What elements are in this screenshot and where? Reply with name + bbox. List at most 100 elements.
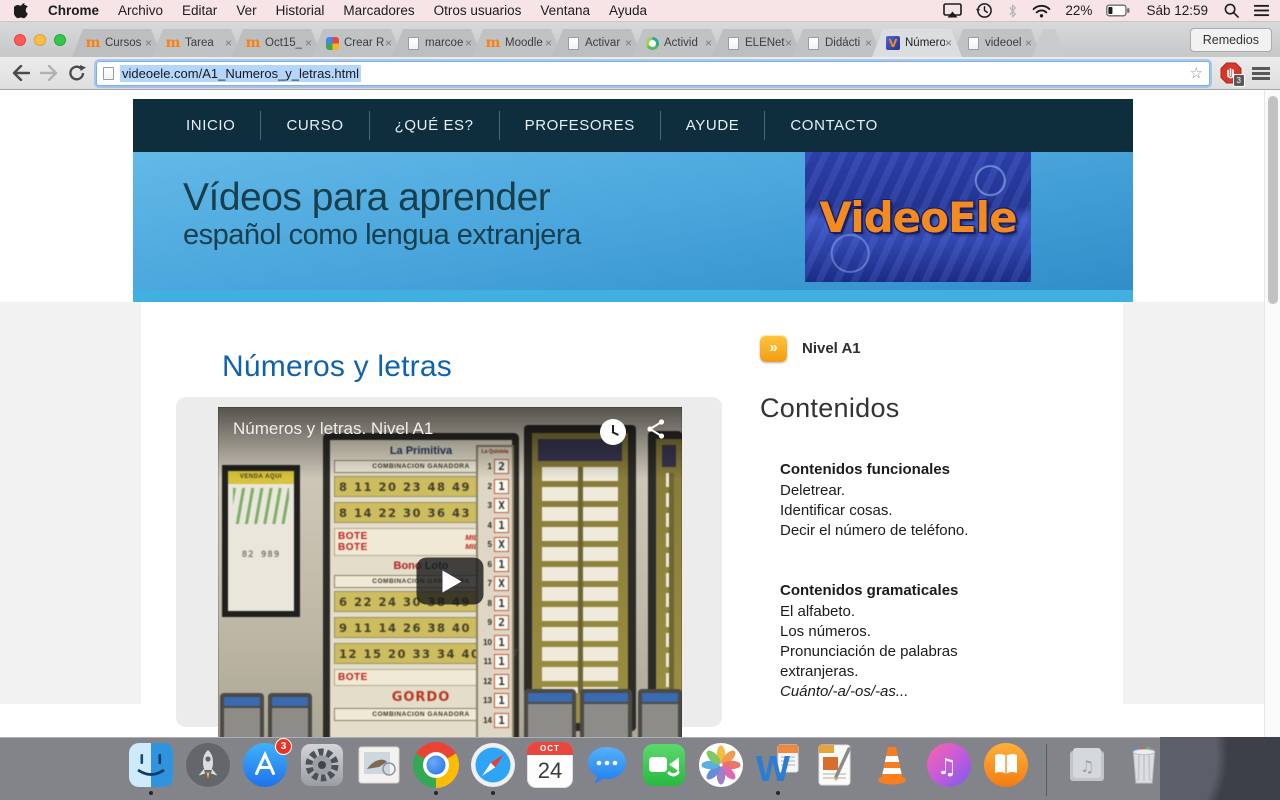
dock-photos[interactable]	[698, 742, 744, 788]
tab-moodle[interactable]: Moodle	[472, 29, 562, 57]
tab-tarea[interactable]: Tarea	[152, 29, 242, 57]
tab-cursos[interactable]: Cursos	[72, 29, 162, 57]
chrome-toolbar: videoele.com/A1_Numeros_y_letras.html 3	[0, 57, 1280, 90]
dock-ibooks[interactable]	[983, 742, 1029, 788]
scrollbar-thumb[interactable]	[1268, 96, 1278, 304]
menubar-clock[interactable]: Sáb 12:59	[1146, 3, 1208, 18]
dock-messages[interactable]	[584, 742, 630, 788]
dock-chrome[interactable]	[413, 742, 459, 788]
dock-calendar[interactable]: OCT24	[527, 742, 573, 788]
tab-didacti[interactable]: Didácti	[792, 29, 882, 57]
menu-historial[interactable]: Historial	[276, 3, 325, 18]
hero-subtitle: español como lengua extranjera	[183, 219, 581, 252]
tab-videoel[interactable]: videoel	[952, 29, 1042, 57]
tab-close-icon[interactable]	[945, 37, 952, 49]
grammar-contents-group: Contenidos gramaticales El alfabeto.Los …	[780, 581, 995, 702]
dock-mail[interactable]	[356, 742, 402, 788]
dock-safari[interactable]	[470, 742, 516, 788]
nav-link[interactable]: CONTACTO	[765, 111, 903, 140]
minimize-window-button[interactable]	[34, 34, 46, 46]
tab-marcoe[interactable]: marcoe	[392, 29, 482, 57]
url-text-selected[interactable]: videoele.com/A1_Numeros_y_letras.html	[120, 65, 361, 82]
tab-oct15[interactable]: Oct15_	[232, 29, 322, 57]
tab-close-icon[interactable]	[225, 37, 232, 49]
nav-link[interactable]: PROFESORES	[500, 111, 661, 140]
tab-close-icon[interactable]	[545, 37, 552, 49]
dock-facetime[interactable]	[641, 742, 687, 788]
chrome-menu-icon[interactable]	[1252, 67, 1270, 80]
level-chevron-icon[interactable]	[760, 335, 787, 362]
dock-itunes[interactable]: ♫	[926, 742, 972, 788]
page-scrollbar[interactable]	[1264, 90, 1280, 737]
tab-close-icon[interactable]	[625, 37, 632, 49]
share-icon[interactable]	[644, 417, 668, 446]
tab-crear[interactable]: Crear R	[312, 29, 402, 57]
dock-trash[interactable]	[1121, 742, 1167, 788]
dock-app-store[interactable]: 3	[242, 742, 288, 788]
running-indicator	[149, 791, 153, 795]
back-button[interactable]	[12, 65, 30, 81]
tab-close-icon[interactable]	[385, 37, 392, 49]
menu-ventana[interactable]: Ventana	[540, 3, 590, 18]
menu-archivo[interactable]: Archivo	[118, 3, 163, 18]
nav-link[interactable]: INICIO	[161, 111, 261, 140]
video-title[interactable]: Números y letras. Nivel A1	[233, 419, 433, 439]
hero-title: Vídeos para aprender	[183, 178, 581, 219]
reload-button[interactable]	[68, 64, 86, 82]
nav-link[interactable]: AYUDE	[661, 111, 766, 140]
close-window-button[interactable]	[14, 34, 26, 46]
content-line: Pronunciación de palabras extranjeras.	[780, 642, 995, 682]
tab-close-icon[interactable]	[865, 37, 872, 49]
play-button[interactable]	[417, 558, 484, 605]
desktop-wallpaper: 3 OCT24	[0, 737, 1280, 800]
tab-close-icon[interactable]	[145, 37, 152, 49]
contents-heading: Contenidos	[760, 393, 1123, 424]
menu-marcadores[interactable]: Marcadores	[343, 3, 414, 18]
dock-pages[interactable]	[812, 742, 858, 788]
color-pinwheel-favicon	[326, 37, 339, 50]
zoom-window-button[interactable]	[54, 34, 66, 46]
menu-ver[interactable]: Ver	[236, 3, 256, 18]
document-favicon	[968, 37, 979, 50]
notification-center-icon[interactable]	[1253, 4, 1270, 17]
forward-button[interactable]	[40, 65, 58, 81]
tab-close-icon[interactable]	[465, 37, 472, 49]
menu-ayuda[interactable]: Ayuda	[609, 3, 647, 18]
tab-numero-active[interactable]: Número	[872, 29, 962, 57]
youtube-player[interactable]: VENDA AQUI 82 989 La Primitiva COMBINACI…	[218, 407, 682, 737]
menu-editar[interactable]: Editar	[182, 3, 217, 18]
content-card: Números y letras VENDA AQUI 82 989 La	[141, 302, 1123, 704]
dock-word[interactable]: W	[755, 742, 801, 788]
dock-launchpad[interactable]	[185, 742, 231, 788]
address-bar[interactable]: videoele.com/A1_Numeros_y_letras.html	[96, 61, 1210, 86]
apple-menu-icon[interactable]	[14, 2, 29, 19]
dock-system-preferences[interactable]	[299, 742, 345, 788]
tab-close-icon[interactable]	[1025, 37, 1032, 49]
content-line: Deletrear.	[780, 481, 995, 501]
watch-later-icon[interactable]	[600, 419, 626, 445]
spotlight-search-icon[interactable]	[1224, 3, 1239, 18]
profile-button[interactable]: Remedios	[1190, 28, 1272, 52]
tab-elenet[interactable]: ELENet	[712, 29, 802, 57]
tab-close-icon[interactable]	[705, 37, 712, 49]
dock-finder[interactable]	[128, 742, 174, 788]
menubar-app-name[interactable]: Chrome	[48, 3, 99, 18]
time-machine-icon[interactable]	[976, 2, 993, 19]
level-label[interactable]: Nivel A1	[802, 340, 861, 357]
adblock-extension-icon[interactable]: 3	[1220, 62, 1242, 84]
tab-activid[interactable]: Activid	[632, 29, 722, 57]
menu-otros-usuarios[interactable]: Otros usuarios	[434, 3, 522, 18]
wifi-icon[interactable]	[1032, 4, 1051, 18]
airplay-display-icon[interactable]	[943, 3, 962, 18]
tab-close-icon[interactable]	[785, 37, 792, 49]
video-overlay-bar: Números y letras. Nivel A1	[218, 407, 682, 479]
new-tab-button[interactable]	[1032, 29, 1066, 57]
tab-close-icon[interactable]	[305, 37, 312, 49]
dock-music-folder[interactable]: ♫	[1064, 742, 1110, 788]
tab-activar[interactable]: Activar	[552, 29, 642, 57]
dock-vlc[interactable]	[869, 742, 915, 788]
bookmark-star-icon[interactable]	[1190, 66, 1203, 81]
bluetooth-icon[interactable]	[1007, 3, 1018, 19]
nav-link[interactable]: CURSO	[261, 111, 369, 140]
nav-link[interactable]: ¿QUÉ ES?	[370, 111, 500, 140]
